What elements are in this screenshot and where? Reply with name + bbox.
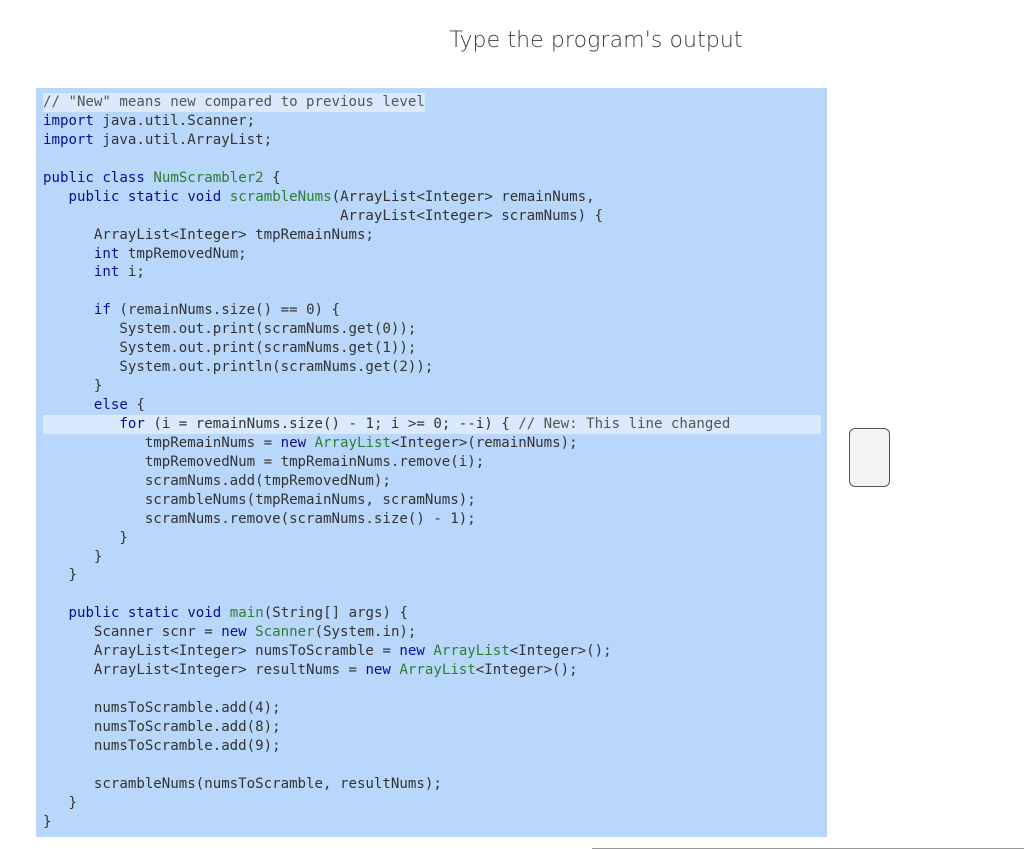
code-line: ArrayList<Integer> tmpRemainNums; [43,226,374,243]
code-line: ArrayList<Integer> resultNums = new Arra… [43,662,578,679]
code-line: tmpRemainNums = new ArrayList<Integer>(r… [43,434,578,451]
code-line: if (remainNums.size() == 0) { [93,302,341,319]
code-line: } [43,548,103,565]
code-line: scrambleNums(tmpRemainNums, scramNums); [43,491,476,508]
code-line: scramNums.remove(scramNums.size() - 1); [43,510,476,527]
prompt-title: Type the program's output [449,28,743,53]
code-line: public static void scrambleNums(ArrayLis… [68,188,595,205]
code-line: System.out.print(scramNums.get(0)); [43,321,417,338]
code-line: scrambleNums(numsToScramble, resultNums)… [43,775,442,792]
code-line: scramNums.add(tmpRemovedNum); [43,472,391,489]
code-line: } [43,529,128,546]
code-line: import java.util.ArrayList; [43,131,273,148]
code-line: for (i = remainNums.size() - 1; i >= 0; … [43,414,821,434]
bottom-divider [592,848,1024,849]
code-line: } [43,813,52,830]
code-line: numsToScramble.add(9); [43,737,281,754]
code-line: import java.util.Scanner; [43,112,256,129]
code-line: tmpRemovedNum = tmpRemainNums.remove(i); [43,453,485,470]
code-line: numsToScramble.add(8); [43,718,281,735]
code-line: else { [93,397,145,414]
code-line: System.out.println(scramNums.get(2)); [43,359,434,376]
output-answer-input[interactable] [849,428,890,487]
code-line: Scanner scnr = new Scanner(System.in); [43,624,417,641]
code-line: int i; [93,264,145,281]
code-line: } [43,794,77,811]
code-line: // "New" means new compared to previous … [43,93,425,112]
code-line: int tmpRemovedNum; [93,245,247,262]
code-line: } [43,567,77,584]
code-line: public class NumScrambler2 { [43,169,281,186]
code-line: numsToScramble.add(4); [43,700,281,717]
code-line: ArrayList<Integer> scramNums) { [43,207,604,224]
code-line: ArrayList<Integer> numsToScramble = new … [43,643,612,660]
code-line: public static void main(String[] args) { [68,605,408,622]
code-listing: // "New" means new compared to previous … [43,93,821,832]
code-line: } [43,378,103,395]
code-line: System.out.print(scramNums.get(1)); [43,340,417,357]
